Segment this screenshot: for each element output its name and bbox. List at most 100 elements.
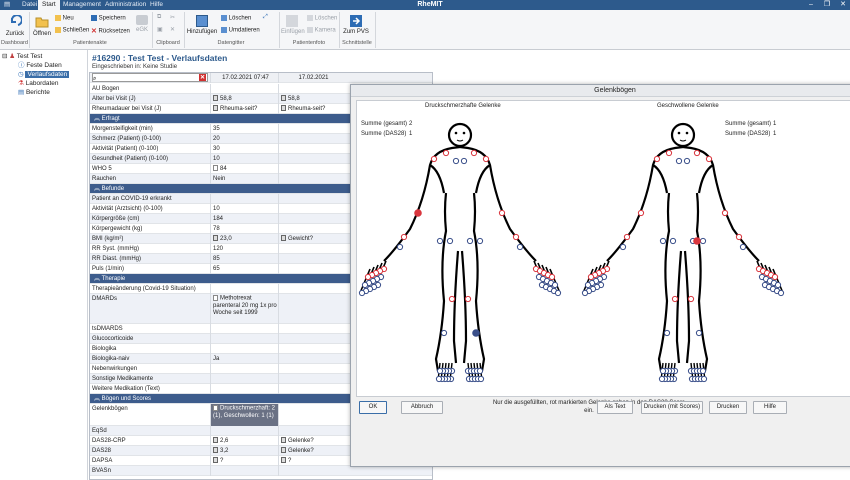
grid-cell[interactable]: 184 [210, 214, 278, 224]
help-button[interactable]: Hilfe [753, 401, 787, 414]
grid-cell[interactable]: 120 [210, 244, 278, 254]
grid-cell[interactable] [278, 214, 346, 224]
paste-photo-button[interactable]: Einfügen [281, 15, 305, 35]
to-pvs-button[interactable]: Zum PVS [342, 15, 370, 35]
grid-cell[interactable]: Gewicht? [278, 234, 346, 244]
grid-cell[interactable] [278, 324, 346, 334]
back-button[interactable]: Zurück [3, 15, 27, 37]
tab-hilfe[interactable]: Hilfe [146, 0, 167, 10]
grid-cell[interactable] [278, 84, 346, 94]
grid-cell[interactable] [278, 174, 346, 184]
grid-cell[interactable] [278, 364, 346, 374]
close-button[interactable]: Schließen [55, 27, 89, 34]
grid-col-header-2[interactable]: 17.02.2021 [278, 73, 346, 83]
grid-cell[interactable] [210, 324, 278, 334]
tab-start[interactable]: Start [38, 0, 60, 10]
redate-button[interactable]: Umdatieren [221, 27, 260, 34]
grid-cell[interactable] [278, 404, 346, 426]
grid-cell[interactable]: 65 [210, 264, 278, 274]
cut-icon[interactable]: ✂ [170, 14, 175, 21]
grid-cell[interactable]: 3,2 [210, 446, 278, 456]
table-row[interactable]: BVASn [90, 466, 432, 476]
grid-cell[interactable]: 58,8 [210, 94, 278, 104]
grid-cell[interactable]: Ja [210, 354, 278, 364]
grid-cell[interactable] [278, 194, 346, 204]
grid-cell[interactable] [278, 374, 346, 384]
collapse-section-icon[interactable]: ︽ [94, 396, 102, 402]
grid-cell[interactable] [278, 164, 346, 174]
grid-cell[interactable] [210, 284, 278, 294]
grid-cell[interactable] [210, 374, 278, 384]
grid-cell[interactable]: 35 [210, 124, 278, 134]
grid-cell[interactable] [210, 384, 278, 394]
grid-search-input[interactable]: ✕ ⌕ [92, 73, 208, 82]
grid-cell[interactable] [278, 264, 346, 274]
grid-col-header-1[interactable]: 17.02.2021 07:47 [210, 73, 278, 83]
add-button[interactable]: Hinzufügen [186, 15, 218, 35]
new-button[interactable]: Neu [55, 15, 74, 22]
grid-cell[interactable] [278, 426, 346, 436]
grid-cell[interactable] [278, 344, 346, 354]
print-button[interactable]: Drucken [709, 401, 747, 414]
ok-button[interactable]: OK [359, 401, 387, 414]
grid-cell[interactable]: Rheuma-seit? [210, 104, 278, 114]
grid-cell[interactable]: 84 [210, 164, 278, 174]
copy-icon[interactable]: ⧉ [157, 14, 161, 21]
grid-cell[interactable] [278, 254, 346, 264]
grid-cell[interactable]: 10 [210, 154, 278, 164]
tab-administration[interactable]: Administration [101, 0, 150, 10]
open-button[interactable]: Öffnen [31, 15, 53, 37]
grid-cell[interactable] [210, 426, 278, 436]
collapse-section-icon[interactable]: ︽ [94, 116, 102, 122]
grid-cell[interactable]: ? [278, 456, 346, 466]
grid-cell[interactable] [278, 224, 346, 234]
tree-item-labordaten[interactable]: ⚗ Labordaten [18, 79, 59, 88]
grid-cell[interactable] [278, 284, 346, 294]
grid-cell[interactable]: ? [210, 456, 278, 466]
grid-cell[interactable]: Nein [210, 174, 278, 184]
app-menu-icon[interactable]: ▤ [0, 0, 10, 10]
grid-cell[interactable]: 20 [210, 134, 278, 144]
tab-management[interactable]: Management [59, 0, 105, 10]
grid-cell[interactable] [210, 194, 278, 204]
grid-cell[interactable] [278, 384, 346, 394]
grid-cell[interactable]: Druckschmerzhaft: 2 (1), Geschwollen: 1 … [210, 404, 278, 426]
grid-cell[interactable]: Rheuma-seit? [278, 104, 346, 114]
delete-small-icon[interactable]: ✕ [170, 26, 175, 33]
as-text-button[interactable]: Als Text [597, 401, 633, 414]
grid-cell[interactable]: 30 [210, 144, 278, 154]
expand-icon[interactable]: ⤢ [263, 14, 268, 21]
grid-cell[interactable]: 10 [210, 204, 278, 214]
grid-cell[interactable] [278, 466, 346, 476]
grid-cell[interactable]: 23,0 [210, 234, 278, 244]
paste-small-icon[interactable]: ▣ [157, 26, 163, 33]
delete-photo-button[interactable]: Löschen [307, 15, 337, 22]
grid-cell[interactable] [278, 134, 346, 144]
tree-item-verlaufsdaten[interactable]: ◷ Verlaufsdaten [18, 70, 70, 79]
grid-cell[interactable]: Gelenke? [278, 436, 346, 446]
grid-cell[interactable] [278, 244, 346, 254]
clear-search-icon[interactable]: ✕ [199, 74, 206, 81]
minimize-icon[interactable]: – [804, 0, 818, 10]
grid-cell[interactable]: 58,8 [278, 94, 346, 104]
close-window-icon[interactable]: ✕ [836, 0, 850, 10]
grid-cell[interactable] [278, 204, 346, 214]
delete-button[interactable]: Löschen [221, 15, 251, 22]
tree-item-berichte[interactable]: ▤ Berichte [18, 88, 50, 97]
collapse-icon[interactable]: ⊟ [2, 53, 7, 60]
grid-cell[interactable]: 85 [210, 254, 278, 264]
grid-cell[interactable] [210, 466, 278, 476]
grid-cell[interactable] [210, 334, 278, 344]
grid-cell[interactable] [278, 144, 346, 154]
tree-root[interactable]: ⊟ ♟ Test Test [2, 52, 42, 61]
egk-button[interactable]: eGK [134, 15, 150, 33]
grid-cell[interactable]: Methotrexat parenteral 20 mg 1x pro Woch… [210, 294, 278, 324]
grid-cell[interactable]: 2,6 [210, 436, 278, 446]
cancel-button[interactable]: Abbruch [401, 401, 443, 414]
grid-cell[interactable] [278, 354, 346, 364]
save-button[interactable]: Speichern [91, 15, 126, 22]
grid-cell[interactable]: Gelenke? [278, 446, 346, 456]
print-with-scores-button[interactable]: Drucken (mit Scores) [641, 401, 703, 414]
grid-cell[interactable] [278, 294, 346, 324]
maximize-icon[interactable]: ❐ [820, 0, 834, 10]
